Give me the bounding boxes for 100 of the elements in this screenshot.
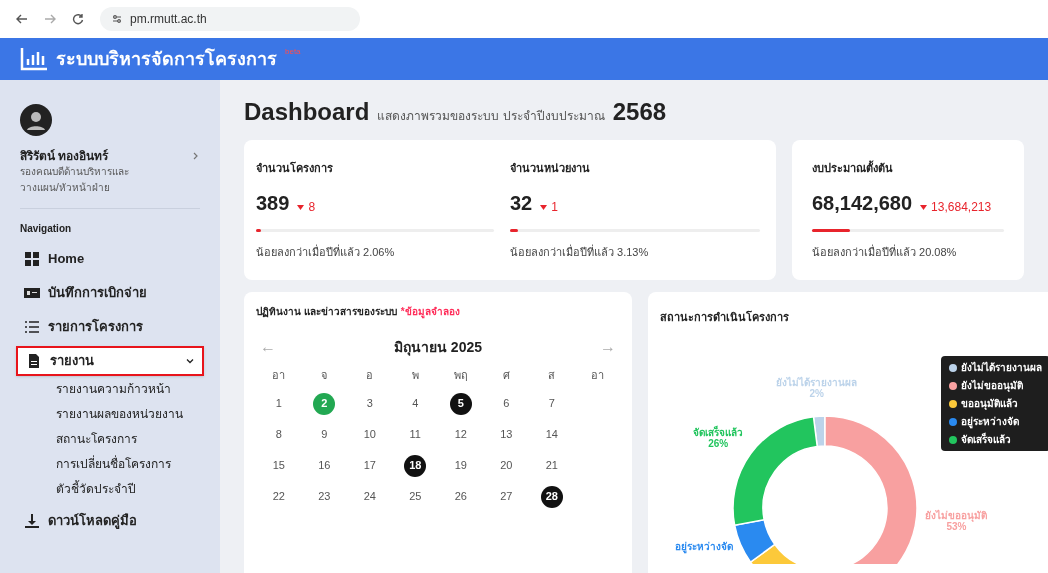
list-icon (24, 319, 40, 335)
calendar-day[interactable]: 15 (267, 454, 290, 477)
sample-data-note: *ข้อมูลจำลอง (400, 305, 460, 319)
app-title: ระบบบริหารจัดการโครงการ (56, 47, 277, 71)
page-subtitle: แสดงภาพรวมของระบบ ประจำปีงบประมาณ (377, 108, 605, 124)
stat-change: 1 (551, 199, 558, 215)
page-title: Dashboard (244, 97, 370, 127)
legend-label: ยังไม่ได้รายงานผล (961, 360, 1042, 375)
nav-label: ดาวน์โหลดคู่มือ (48, 512, 138, 531)
weekday-label: พฤ (452, 368, 469, 383)
slice-label: อยู่ระหว่างจัด (674, 541, 733, 552)
calendar-day[interactable]: 8 (267, 423, 290, 446)
legend-label: จัดเสร็จแล้ว (961, 432, 1011, 447)
stat-note: น้อยลงกว่าเมื่อปีที่แล้ว 20.08% (812, 243, 958, 260)
nav-subitem[interactable]: รายงานผลของหน่วยงาน (56, 405, 200, 423)
stat-note: น้อยลงกว่าเมื่อปีที่แล้ว 2.06% (256, 243, 396, 260)
calendar-day[interactable]: 1 (267, 392, 290, 415)
calendar-day[interactable]: 24 (358, 485, 381, 508)
slice-label: ยังไม่ขออนุมัติ 53% (925, 510, 988, 533)
nav-label: บันทึกการเบิกจ่าย (48, 284, 148, 303)
slice-label: ยังไม่ได้รายงานผล 2% (776, 377, 858, 400)
stat-label: จำนวนหน่วยงาน (510, 161, 591, 176)
slice-label: จัดเสร็จแล้ว 26% (693, 427, 744, 450)
calendar-day[interactable]: 6 (495, 392, 518, 415)
user-role: รองคณบดีด้านบริหารและวางแผน/หัวหน้าฝ่าย (20, 165, 130, 195)
year-text: 2568 (612, 97, 667, 127)
nav-item[interactable]: รายการโครงการ (16, 312, 204, 342)
nav-subitem[interactable]: การเปลี่ยนชื่อโครงการ (56, 455, 200, 473)
chevron-icon[interactable] (186, 357, 194, 365)
stat-change: 8 (308, 199, 316, 215)
stat-value: 68,142,680 (812, 190, 913, 216)
calendar-day[interactable]: 23 (313, 485, 336, 508)
calendar-day[interactable]: 26 (449, 485, 472, 508)
calendar-day[interactable]: 18 (404, 454, 427, 477)
stat-change: 13,684,213 (931, 199, 992, 215)
nav-label: รายการโครงการ (48, 318, 144, 337)
calendar-day[interactable]: 5 (449, 392, 472, 415)
calendar-day[interactable]: 11 (404, 423, 427, 446)
calendar-day[interactable]: 27 (495, 485, 518, 508)
legend-label: อยู่ระหว่างจัด (961, 415, 1019, 429)
calendar-day[interactable]: 4 (404, 392, 427, 415)
url-text: pm.rmutt.ac.th (130, 11, 207, 27)
weekday-label: พ (410, 368, 420, 383)
weekday-label: ส (547, 368, 557, 383)
stat-note: น้อยลงกว่าเมื่อปีที่แล้ว 3.13% (510, 243, 650, 260)
caret-down-icon (540, 204, 548, 210)
user-name: สิริรัตน์ ทองอินทร์ (20, 148, 109, 164)
calendar-day[interactable]: 7 (540, 392, 563, 415)
reload-icon[interactable] (72, 13, 84, 25)
money-icon (24, 285, 40, 301)
beta-label: beta (285, 46, 301, 58)
sliders-icon[interactable] (112, 14, 122, 24)
caret-down-icon (297, 204, 305, 210)
chevron-right-icon[interactable] (192, 152, 200, 160)
nav-subitem[interactable]: รายงานความก้าวหน้า (56, 380, 200, 398)
nav-subitem[interactable]: สถานะโครงการ (56, 430, 200, 448)
nav-heading: Navigation (20, 222, 73, 236)
calendar-day[interactable]: 16 (313, 454, 336, 477)
back-icon[interactable] (16, 13, 28, 25)
stat-label: จำนวนโครงการ (256, 160, 334, 176)
document-icon (26, 353, 42, 369)
address-bar[interactable]: pm.rmutt.ac.th (100, 7, 360, 31)
nav-label: รายงาน (50, 352, 95, 371)
nav-item[interactable]: ดาวน์โหลดคู่มือ (16, 506, 204, 536)
calendar-title: ปฏิทินงาน และข่าวสารของระบบ (256, 305, 397, 319)
calendar-day[interactable]: 10 (358, 423, 381, 446)
weekday-label: อ (365, 368, 375, 383)
caret-down-icon (920, 204, 928, 210)
nav-label: Home (48, 250, 86, 269)
chart-title: สถานะการดำเนินโครงการ (660, 311, 789, 323)
grid-icon (24, 251, 40, 267)
weekday-label: อา (589, 368, 605, 383)
calendar-day[interactable]: 20 (495, 454, 518, 477)
calendar-day[interactable]: 21 (540, 454, 563, 477)
stat-label: งบประมาณตั้งต้น (812, 160, 894, 176)
nav-item[interactable]: Home (16, 244, 204, 274)
calendar-day[interactable]: 13 (495, 423, 518, 446)
stat-value: 389 (256, 190, 290, 216)
bar-chart-icon (20, 47, 48, 71)
calendar-day[interactable]: 17 (358, 454, 381, 477)
stat-value: 32 (510, 190, 533, 216)
legend-label: ขออนุมัติแล้ว (961, 397, 1018, 411)
nav-subitem[interactable]: ตัวชี้วัดประจำปี (56, 480, 200, 498)
weekday-label: ศ (501, 368, 511, 383)
calendar-day[interactable]: 12 (449, 423, 472, 446)
legend-label: ยังไม่ขออนุมัติ (961, 378, 1023, 393)
calendar-day[interactable]: 14 (540, 423, 563, 446)
calendar-day[interactable]: 3 (358, 392, 381, 415)
avatar-icon (20, 104, 52, 136)
calendar-day[interactable]: 19 (449, 454, 472, 477)
nav-item[interactable]: รายงาน (16, 346, 204, 376)
weekday-label: จ (320, 368, 329, 383)
download-icon (24, 513, 40, 529)
calendar-day[interactable]: 28 (540, 485, 563, 508)
month-title: มิถุนายน 2025 (393, 338, 482, 357)
calendar-day[interactable]: 25 (404, 485, 427, 508)
calendar-day[interactable]: 22 (267, 485, 290, 508)
calendar-day[interactable]: 9 (313, 423, 336, 446)
weekday-label: อา (271, 368, 287, 383)
nav-item[interactable]: บันทึกการเบิกจ่าย (16, 278, 204, 308)
